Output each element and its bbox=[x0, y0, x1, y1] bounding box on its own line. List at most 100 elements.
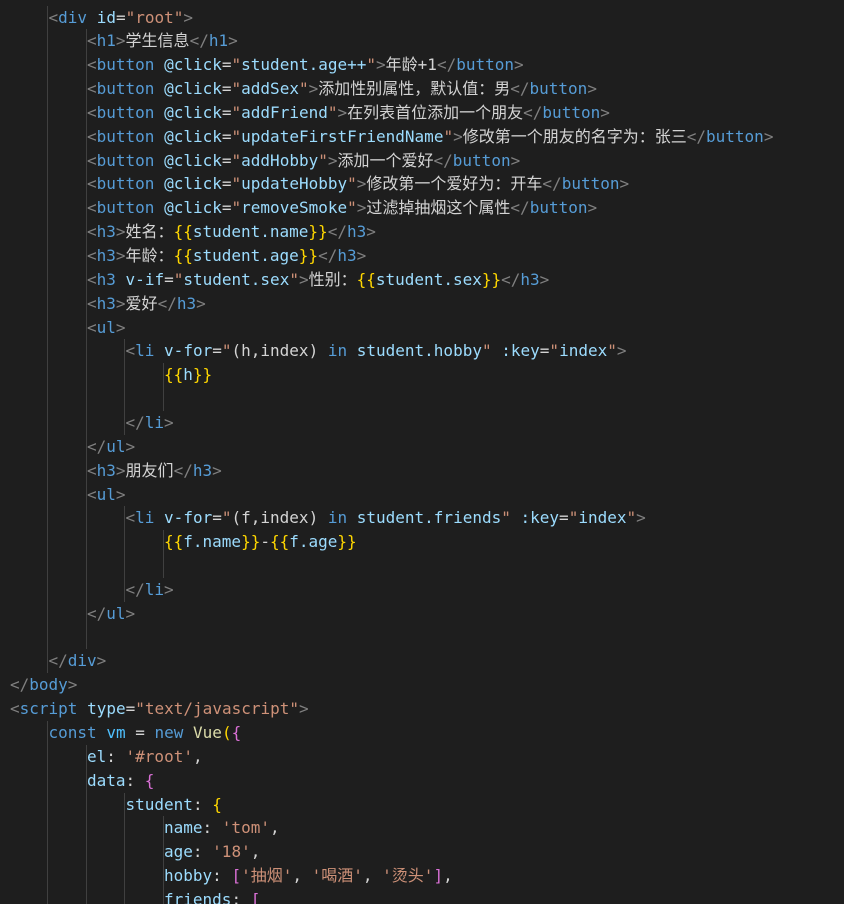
code-token: 添加一个爱好 bbox=[337, 150, 434, 170]
code-token: h3 bbox=[337, 246, 357, 265]
code-line[interactable]: <ul> bbox=[87, 483, 126, 507]
code-token: </ bbox=[686, 126, 707, 146]
code-token: > bbox=[196, 293, 206, 313]
code-token: h3 bbox=[176, 293, 197, 313]
code-token: h bbox=[183, 365, 193, 385]
code-token: in bbox=[327, 341, 348, 361]
code-line[interactable]: data: { bbox=[87, 769, 154, 793]
code-token: button bbox=[96, 102, 155, 122]
code-line[interactable]: <h3>朋友们</h3> bbox=[87, 459, 222, 483]
code-token: > bbox=[327, 150, 338, 170]
code-token: : bbox=[231, 889, 251, 904]
code-token: > bbox=[539, 269, 550, 289]
code-token: </ bbox=[433, 150, 453, 170]
code-line[interactable]: <h3>年龄：{{student.age}}</h3> bbox=[87, 244, 366, 268]
code-line[interactable]: friends: [ bbox=[164, 888, 260, 904]
code-token: > bbox=[96, 651, 107, 671]
code-line[interactable]: <button @click="updateFirstFriendName">修… bbox=[87, 125, 773, 149]
code-token: = bbox=[212, 508, 222, 528]
code-line[interactable]: el: '#root', bbox=[87, 745, 203, 769]
code-editor[interactable]: <div id="root"> <h1>学生信息</h1> <button @cli… bbox=[0, 0, 844, 904]
code-token: < bbox=[87, 55, 97, 75]
code-token: > bbox=[164, 579, 174, 599]
code-token: ul bbox=[96, 484, 116, 504]
code-line[interactable]: const vm = new Vue({ bbox=[49, 721, 242, 745]
code-token: < bbox=[87, 198, 97, 218]
code-line[interactable]: <h3>姓名：{{student.name}}</h3> bbox=[87, 220, 376, 244]
code-line[interactable]: <h3>爱好</h3> bbox=[87, 292, 206, 316]
code-token: 年龄： bbox=[125, 246, 174, 265]
indent-guide bbox=[47, 5, 48, 674]
code-line[interactable]: <button @click="addHobby">添加一个爱好</button… bbox=[87, 149, 520, 173]
code-token: @click bbox=[164, 174, 222, 194]
code-line[interactable]: <button @click="removeSmoke">过滤掉抽烟这个属性</… bbox=[87, 196, 597, 220]
code-line[interactable]: <li v-for="(h,index) in student.hobby" :… bbox=[126, 339, 627, 363]
code-line[interactable]: name: 'tom', bbox=[164, 816, 280, 840]
code-token: " bbox=[231, 174, 242, 194]
code-token: > bbox=[510, 150, 521, 170]
code-token: type bbox=[87, 699, 126, 719]
code-token: h3 bbox=[96, 246, 116, 265]
code-token: '喝酒' bbox=[311, 866, 363, 886]
code-token: > bbox=[115, 317, 126, 337]
code-token: : bbox=[212, 866, 232, 886]
code-token: </ bbox=[173, 460, 193, 480]
code-token: h3 bbox=[96, 460, 116, 480]
code-line[interactable]: {{h}} bbox=[164, 363, 212, 387]
code-token: </ bbox=[542, 174, 562, 194]
code-token: " bbox=[231, 55, 242, 75]
code-token: li bbox=[135, 341, 155, 361]
code-token: updateFirstFriendName bbox=[241, 126, 444, 146]
code-line[interactable]: <h3 v-if="student.sex">性别：{{student.sex}… bbox=[87, 268, 549, 292]
code-line[interactable]: {{f.name}}-{{f.age}} bbox=[164, 530, 357, 554]
code-line[interactable]: age: '18', bbox=[164, 840, 260, 864]
code-token: > bbox=[356, 246, 367, 265]
code-line[interactable]: student: { bbox=[126, 793, 222, 817]
code-line[interactable]: </body> bbox=[10, 673, 77, 697]
code-token: " bbox=[347, 174, 357, 194]
code-token: </ bbox=[125, 579, 145, 599]
code-token: </ bbox=[523, 102, 543, 122]
code-line[interactable]: <button @click="updateHobby">修改第一个爱好为：开车… bbox=[87, 172, 629, 196]
code-token: f.age bbox=[289, 532, 338, 552]
code-line[interactable]: <div id="root"> bbox=[49, 6, 194, 30]
code-line[interactable]: </li> bbox=[126, 411, 174, 435]
code-token: > bbox=[115, 293, 126, 313]
code-token: > bbox=[125, 603, 136, 623]
code-token: = bbox=[221, 55, 232, 75]
code-token: v-for bbox=[164, 508, 213, 528]
code-line[interactable]: hobby: ['抽烟', '喝酒', '烫头'], bbox=[164, 864, 453, 888]
code-token: h3 bbox=[520, 269, 540, 289]
code-line[interactable]: </li> bbox=[126, 578, 174, 602]
code-token: name bbox=[164, 818, 203, 838]
code-token: < bbox=[87, 269, 97, 289]
code-token: button bbox=[542, 102, 601, 122]
code-line[interactable]: <button @click="addSex">添加性别属性，默认值：男</bu… bbox=[87, 77, 597, 101]
code-token: = bbox=[221, 79, 232, 99]
code-line[interactable]: </ul> bbox=[87, 435, 135, 459]
code-line[interactable]: <script type="text/javascript"> bbox=[10, 697, 309, 721]
code-line[interactable]: </ul> bbox=[87, 602, 135, 626]
code-token: 在列表首位添加一个朋友 bbox=[347, 102, 524, 122]
code-line[interactable]: <button @click="student.age++">年龄+1</but… bbox=[87, 53, 524, 77]
code-token: : bbox=[125, 770, 145, 790]
code-token: > bbox=[308, 79, 319, 99]
code-token: > bbox=[67, 675, 78, 695]
code-token: </ bbox=[501, 269, 521, 289]
code-token: :key bbox=[501, 341, 540, 361]
code-token: button bbox=[529, 198, 588, 218]
code-token: data bbox=[87, 770, 126, 790]
code-line[interactable]: <h1>学生信息</h1> bbox=[87, 29, 238, 53]
code-token: > bbox=[587, 79, 597, 99]
code-line[interactable]: <button @click="addFriend">在列表首位添加一个朋友</… bbox=[87, 101, 610, 125]
code-line[interactable]: </div> bbox=[49, 649, 107, 673]
code-token: </ bbox=[10, 675, 30, 695]
code-line[interactable]: <li v-for="(f,index) in student.friends"… bbox=[126, 506, 646, 530]
code-token: 姓名： bbox=[125, 222, 174, 242]
code-token: "text/javascript" bbox=[135, 699, 300, 719]
code-token: < bbox=[87, 222, 97, 242]
code-line[interactable]: <ul> bbox=[87, 316, 126, 340]
